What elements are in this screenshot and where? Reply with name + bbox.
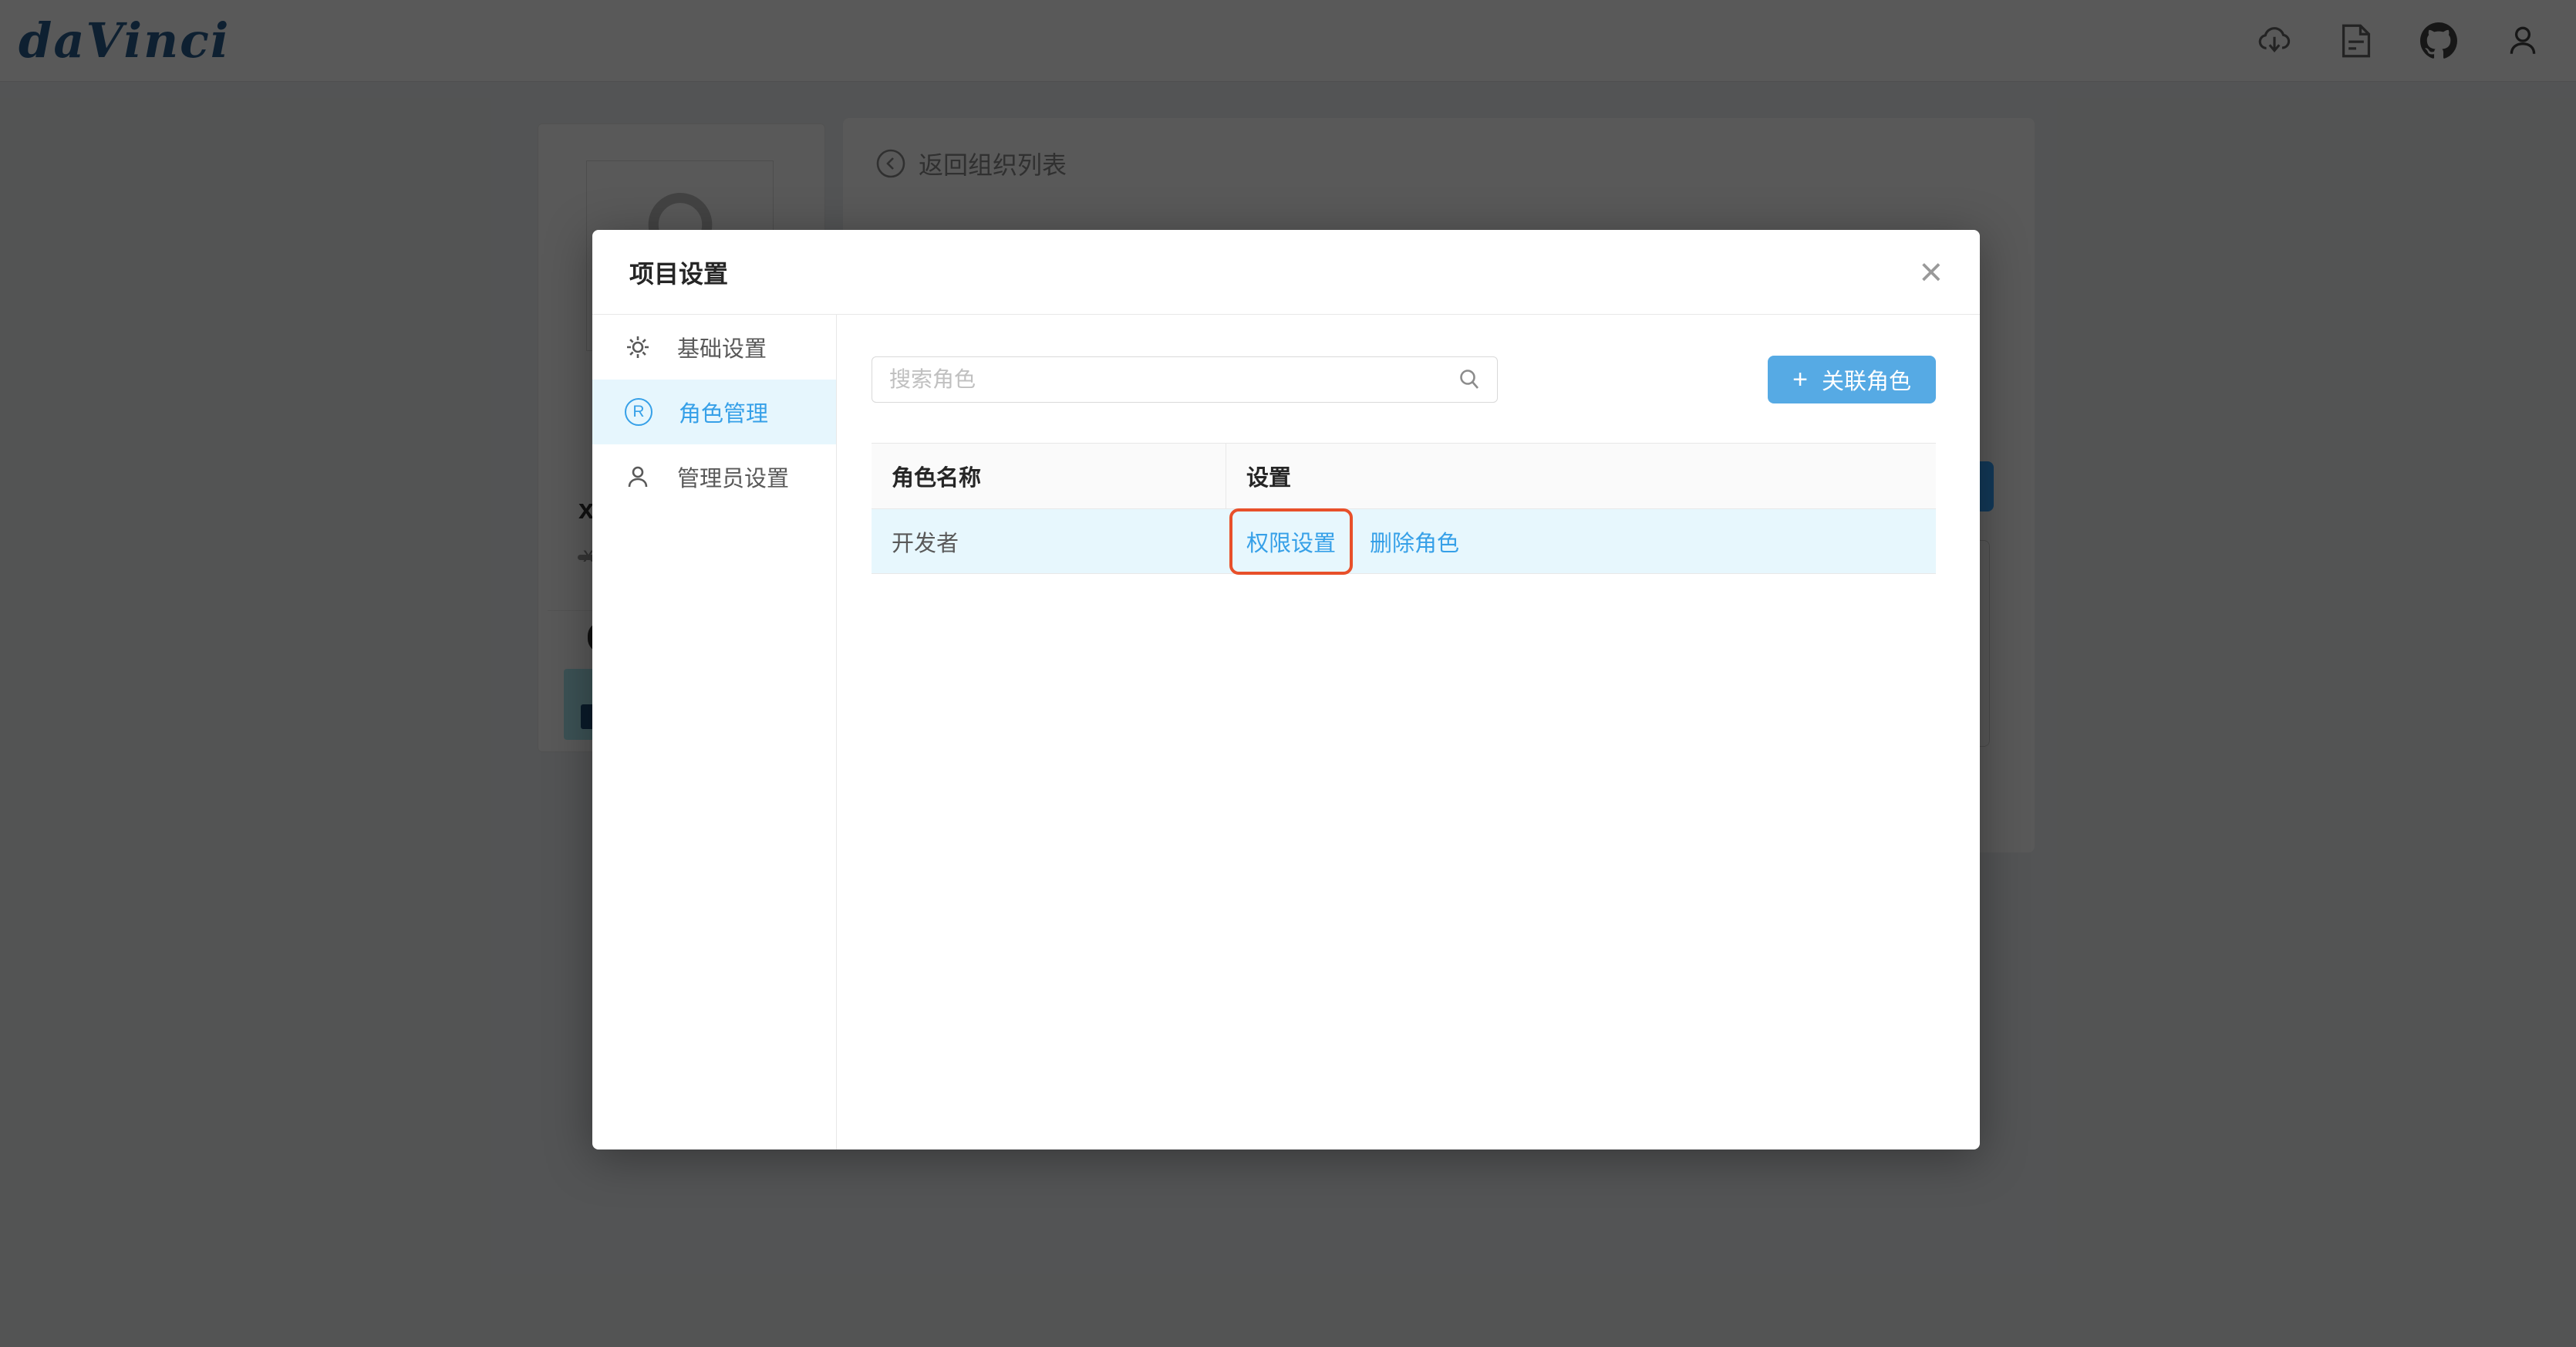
column-header-role-name: 角色名称 (872, 444, 1226, 508)
role-name-cell: 开发者 (872, 525, 1226, 558)
annotation-highlight-box: 权限设置 (1229, 508, 1353, 575)
close-icon[interactable]: × (1920, 252, 1943, 292)
registered-icon: R (625, 398, 652, 426)
menu-item-basic-settings[interactable]: 基础设置 (592, 315, 836, 380)
table-row: 开发者 权限设置 删除角色 (872, 509, 1936, 574)
menu-item-role-management[interactable]: R 角色管理 (592, 380, 836, 444)
table-header-row: 角色名称 设置 (872, 443, 1936, 509)
menu-item-label: 角色管理 (679, 396, 768, 428)
search-role-input[interactable] (888, 366, 1457, 393)
menu-item-label: 管理员设置 (677, 461, 789, 493)
menu-item-label: 基础设置 (677, 331, 767, 363)
roles-table: 角色名称 设置 开发者 权限设置 删除角色 (872, 443, 1936, 574)
role-management-panel: + 关联角色 角色名称 设置 开发者 权限设置 删除角色 (837, 315, 1980, 1150)
permission-settings-link[interactable]: 权限设置 (1246, 525, 1336, 558)
modal-title: 项目设置 (629, 255, 728, 290)
delete-role-link[interactable]: 删除角色 (1370, 525, 1459, 558)
settings-menu: 基础设置 R 角色管理 管理员设置 (592, 315, 837, 1150)
plus-icon: + (1792, 366, 1808, 393)
user-icon (625, 464, 651, 490)
project-settings-modal: 项目设置 × 基础设置 R 角色管理 管理员设置 (592, 230, 1980, 1150)
associate-role-button[interactable]: + 关联角色 (1768, 356, 1936, 403)
column-header-settings: 设置 (1226, 444, 1936, 508)
search-role-box (872, 356, 1498, 403)
menu-item-admin-settings[interactable]: 管理员设置 (592, 444, 836, 509)
modal-header: 项目设置 × (592, 230, 1980, 315)
gear-icon (625, 334, 651, 360)
search-icon[interactable] (1457, 367, 1482, 392)
role-actions-cell: 权限设置 删除角色 (1226, 508, 1936, 575)
associate-role-label: 关联角色 (1822, 363, 1911, 396)
